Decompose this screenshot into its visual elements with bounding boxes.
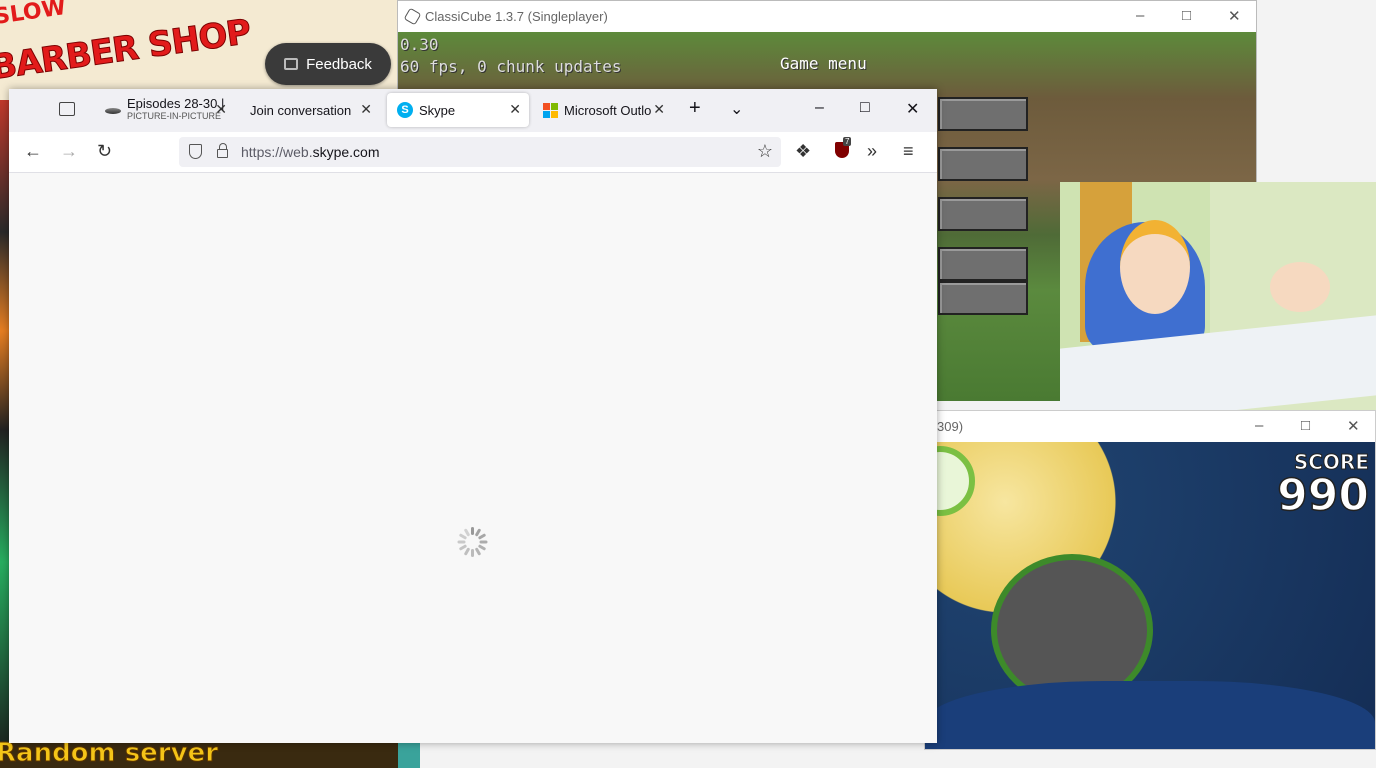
close-icon[interactable]: ✕: [906, 99, 919, 119]
tab-label: Join conversation: [250, 102, 352, 118]
bookmark-star-icon[interactable]: ☆: [757, 141, 773, 162]
back-arrow-icon[interactable]: ←: [24, 141, 42, 162]
classicube-title: ClassiCube 1.3.7 (Singleplayer): [425, 9, 608, 24]
tab-sublabel: PICTURE-IN-PICTURE: [127, 111, 221, 121]
game-title-top: SLOW: [0, 0, 68, 30]
game-bottom-teal: [398, 742, 420, 768]
classicube-titlebar[interactable]: ClassiCube 1.3.7 (Singleplayer): [398, 1, 1256, 32]
score-value: 990: [1276, 469, 1369, 522]
minimize-icon[interactable]: –: [1136, 7, 1144, 24]
page-content[interactable]: [9, 173, 937, 743]
maximize-icon[interactable]: □: [1301, 417, 1310, 434]
url-text[interactable]: https://web.skype.com: [241, 144, 380, 160]
tab-bar: Episodes 28-30 | PICTURE-IN-PICTURE ✕ Jo…: [9, 89, 937, 132]
hud-fps: 60 fps, 0 chunk updates: [400, 57, 622, 76]
game-menu-title: Game menu: [780, 54, 867, 73]
classicube-app-icon: [403, 7, 422, 26]
loading-spinner-icon: [457, 527, 488, 557]
tracking-protection-shield-icon[interactable]: [189, 144, 202, 159]
game-clouds: [925, 681, 1375, 749]
game-menu-button[interactable]: [938, 197, 1028, 231]
menu-hamburger-icon[interactable]: ≡: [903, 141, 914, 162]
tab-skype[interactable]: S Skype ✕: [387, 93, 529, 127]
microsoft-favicon-icon: [543, 102, 558, 118]
lock-icon[interactable]: [217, 143, 228, 158]
close-icon[interactable]: ✕: [1228, 7, 1241, 25]
url-domain: skype.com: [312, 144, 380, 160]
tab-list-chevron-icon[interactable]: ⌄: [730, 99, 743, 119]
game-planet: [997, 560, 1147, 700]
episodes-favicon-icon: [105, 108, 121, 114]
tab-label: Episodes 28-30 |: [127, 96, 225, 111]
feedback-icon: [284, 58, 299, 70]
pip-character-baby: [1270, 262, 1330, 312]
maximize-icon[interactable]: □: [860, 99, 870, 117]
tab-episodes[interactable]: Episodes 28-30 | PICTURE-IN-PICTURE ✕: [95, 93, 235, 127]
game-menu-button[interactable]: [938, 247, 1028, 281]
tab-close-icon[interactable]: ✕: [509, 101, 521, 118]
skype-favicon-icon: S: [397, 102, 413, 118]
overflow-chevrons-icon[interactable]: »: [867, 141, 877, 162]
angry-birds-titlebar[interactable]: 309) – □ ✕: [925, 411, 1375, 441]
firefox-window[interactable]: Episodes 28-30 | PICTURE-IN-PICTURE ✕ Jo…: [9, 89, 937, 743]
angry-birds-game-view[interactable]: SCORE 990: [925, 442, 1375, 749]
minimize-icon[interactable]: –: [1255, 417, 1263, 434]
navigation-bar: ← → ↻ https://web.skype.com ☆ ❖ 7 » ≡: [9, 132, 937, 173]
classicube-hud: 0.30 60 fps, 0 chunk updates: [400, 34, 622, 78]
minimize-icon[interactable]: –: [815, 99, 824, 117]
tab-label: Skype: [419, 102, 456, 118]
feedback-button[interactable]: Feedback: [265, 43, 391, 85]
feedback-label: Feedback: [306, 55, 372, 73]
close-icon[interactable]: ✕: [1347, 417, 1360, 435]
game-menu-button[interactable]: [938, 147, 1028, 181]
address-bar[interactable]: https://web.skype.com ☆: [179, 137, 781, 167]
new-tab-icon[interactable]: +: [689, 97, 701, 120]
tab-join-conversation[interactable]: Join conversation ✕: [240, 93, 380, 127]
game-menu-button[interactable]: [938, 97, 1028, 131]
url-prefix: https://web.: [241, 144, 313, 160]
pip-character-head: [1120, 220, 1190, 314]
game-menu-button[interactable]: [938, 281, 1028, 315]
ublock-count-badge: 7: [843, 137, 852, 146]
reload-icon[interactable]: ↻: [97, 141, 112, 162]
angry-birds-window[interactable]: 309) – □ ✕ SCORE 990: [924, 410, 1376, 750]
angry-birds-title: 309): [937, 419, 964, 434]
tab-label: Microsoft Outlo: [564, 102, 652, 118]
tab-close-icon[interactable]: ✕: [215, 101, 227, 118]
maximize-icon[interactable]: □: [1182, 7, 1191, 24]
hud-version: 0.30: [400, 35, 439, 54]
picture-in-picture-video[interactable]: [1060, 182, 1376, 412]
tab-outlook[interactable]: Microsoft Outlo ✕: [533, 93, 673, 127]
extensions-puzzle-icon[interactable]: ❖: [795, 141, 811, 162]
tab-close-icon[interactable]: ✕: [360, 101, 372, 118]
tab-close-icon[interactable]: ✕: [653, 101, 665, 118]
firefox-view-icon[interactable]: [59, 102, 75, 116]
forward-arrow-icon[interactable]: →: [60, 141, 78, 162]
